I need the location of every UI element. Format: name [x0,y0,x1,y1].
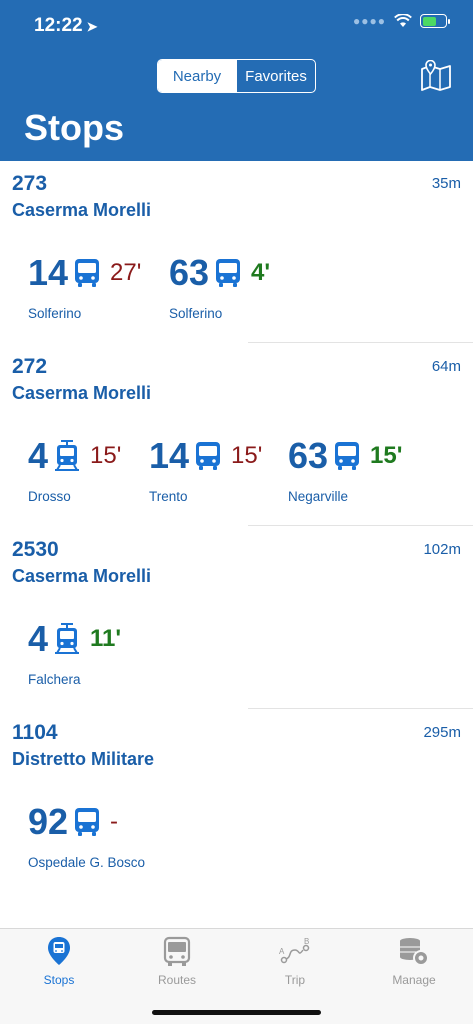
line-destination: Solferino [169,306,223,321]
stop-card[interactable]: 272 64m Caserma Morelli 4 15' Drosso 14 [0,355,473,525]
route-a-b-icon: A B [279,937,309,964]
bus-icon [335,442,360,470]
minutes-to-arrival: 27' [110,259,142,286]
stop-card[interactable]: 273 35m Caserma Morelli 14 27' Solferino… [0,172,473,342]
divider [248,525,473,526]
stop-card[interactable]: 1104 295m Distretto Militare 92 - Ospeda… [0,721,473,891]
stop-number: 272 [12,355,48,378]
stop-number: 273 [12,172,48,195]
line-number: 63 [288,435,329,476]
minutes-to-arrival: - [110,808,119,835]
status-bar-right: ●●●● [353,14,450,28]
tram-icon [55,623,80,654]
tab-label: Routes [157,973,197,987]
stop-number: 2530 [12,538,59,561]
tab-label: Manage [392,973,436,987]
stop-name: Caserma Morelli [12,566,152,586]
line-destination: Ospedale G. Bosco [28,855,146,870]
svg-text:A: A [279,947,285,956]
line-departure[interactable]: 14 27' Solferino [28,252,142,322]
wifi-icon [394,14,412,27]
map-icon[interactable] [420,60,452,92]
stop-number: 1104 [12,721,58,744]
line-number: 63 [169,252,210,293]
tab-trip[interactable]: A B Trip [236,935,354,987]
home-indicator[interactable] [152,1010,321,1015]
line-number: 14 [149,435,190,476]
tab-manage[interactable]: Manage [355,935,473,987]
status-time-text: 12:22 [34,15,83,36]
line-number: 14 [28,252,69,293]
bus-icon [75,259,100,287]
tab-routes[interactable]: Routes [118,935,236,987]
divider [248,342,473,343]
tab-stops[interactable]: Stops [0,935,118,987]
line-number: 92 [28,801,69,842]
minutes-to-arrival: 15' [90,442,122,469]
database-gear-icon [400,938,429,966]
line-destination: Falchera [28,672,81,687]
line-destination: Trento [149,489,188,504]
line-departure[interactable]: 92 - Ospedale G. Bosco [28,801,146,871]
line-departure[interactable]: 14 15' Trento [149,435,263,505]
status-bar-time: 12:22 ➤ [34,15,98,37]
line-departure[interactable]: 63 4' Solferino [169,252,271,322]
bus-icon [196,442,221,470]
bus-icon [75,808,100,836]
stop-distance: 35m [431,175,461,192]
segment-favorites[interactable]: Favorites [236,60,315,92]
minutes-to-arrival: 15' [370,442,403,469]
minutes-to-arrival: 4' [251,259,271,286]
bus-stop-pin-icon [48,937,70,965]
stop-distance: 295m [423,724,461,741]
svg-text:B: B [304,937,309,946]
stop-distance: 102m [423,541,461,558]
stop-name: Distretto Militare [12,749,155,769]
battery-icon [420,14,450,28]
navigation-header: 12:22 ➤ ●●●● Nearby Favorites Stops [0,0,473,161]
line-destination: Solferino [28,306,82,321]
bus-front-icon [163,936,191,966]
line-destination: Drosso [28,489,71,504]
line-departure[interactable]: 4 15' Drosso [28,435,122,505]
line-destination: Negarville [288,489,349,504]
stop-name: Caserma Morelli [12,200,152,220]
stop-distance: 64m [431,358,461,375]
stop-name: Caserma Morelli [12,383,152,403]
page-title: Stops [24,107,125,148]
location-arrow-icon: ➤ [86,19,98,34]
tab-label: Trip [284,973,306,987]
line-departure[interactable]: 4 11' Falchera [28,618,122,688]
minutes-to-arrival: 11' [90,625,122,652]
stop-card[interactable]: 2530 102m Caserma Morelli 4 11' Falchera [0,538,473,708]
minutes-to-arrival: 15' [231,442,263,469]
signal-icon: ●●●● [353,14,386,28]
tram-icon [55,440,80,471]
segment-nearby[interactable]: Nearby [158,60,236,92]
line-number: 4 [28,435,49,476]
line-number: 4 [28,618,49,659]
line-departure[interactable]: 63 15' Negarville [288,435,403,505]
tab-label: Stops [43,973,75,987]
segmented-control: Nearby Favorites [157,59,316,93]
divider [248,708,473,709]
bus-icon [216,259,241,287]
